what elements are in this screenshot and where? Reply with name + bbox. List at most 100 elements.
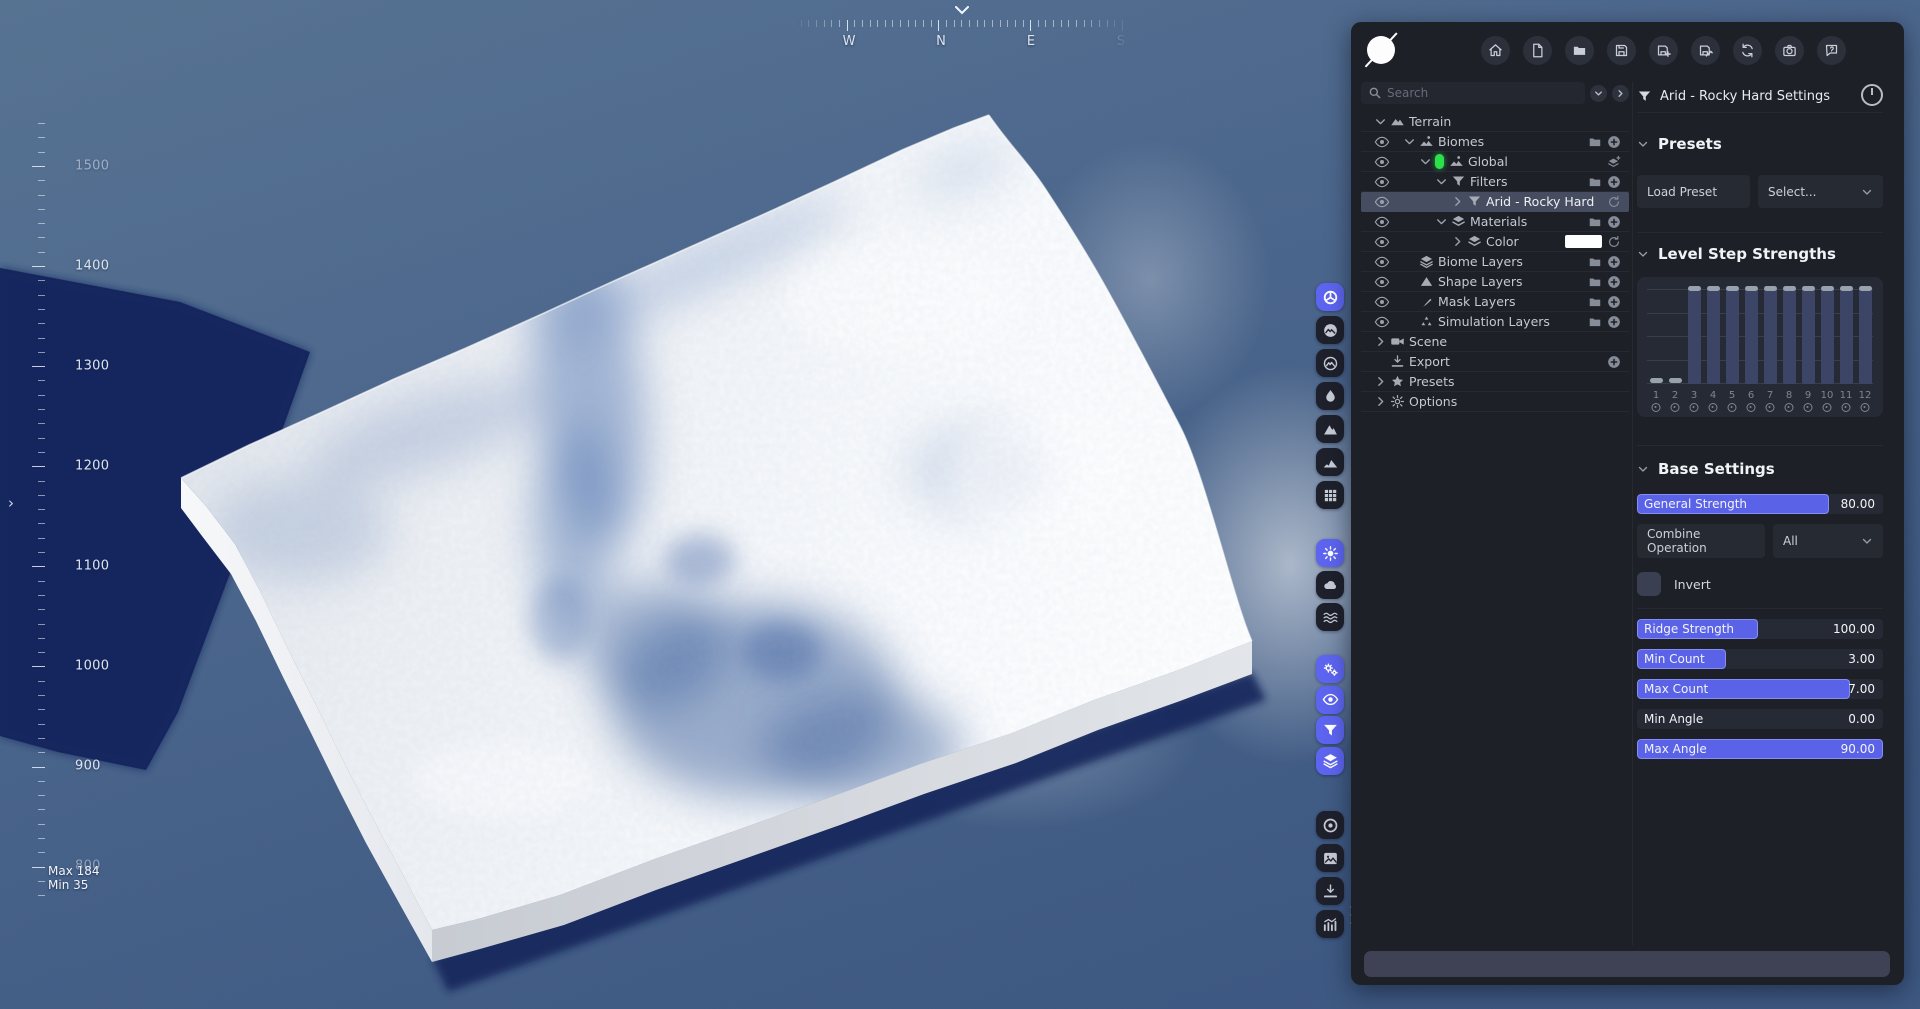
new-file-button[interactable] — [1523, 35, 1552, 65]
visibility-eye-icon[interactable] — [1374, 234, 1390, 250]
plus-icon[interactable] — [1607, 275, 1621, 289]
tree-row-biome-layers[interactable]: Biome Layers — [1361, 252, 1629, 272]
save-new-button[interactable] — [1649, 35, 1678, 65]
home-button[interactable] — [1481, 35, 1510, 65]
tree-row-options[interactable]: Options — [1361, 392, 1629, 412]
tree-row-filters[interactable]: Filters — [1361, 172, 1629, 192]
save-edit-button[interactable] — [1691, 35, 1720, 65]
level-step-bar-6[interactable] — [1744, 289, 1758, 384]
folder-icon[interactable] — [1588, 275, 1602, 289]
level-step-handle-12[interactable] — [1858, 286, 1872, 291]
level-step-solo-toggle-9[interactable] — [1803, 403, 1813, 412]
level-step-handle-11[interactable] — [1839, 286, 1853, 291]
level-step-handle-8[interactable] — [1782, 286, 1796, 291]
plus-icon[interactable] — [1607, 315, 1621, 329]
tree-row-shape-layers[interactable]: Shape Layers — [1361, 272, 1629, 292]
tree-row-mask-layers[interactable]: Mask Layers — [1361, 292, 1629, 312]
help-button[interactable] — [1817, 35, 1846, 65]
visibility-eye-icon[interactable] — [1374, 154, 1390, 170]
tree-row-presets[interactable]: Presets — [1361, 372, 1629, 392]
chevron-down-icon[interactable] — [1435, 175, 1448, 188]
chevron-right-icon[interactable] — [1374, 395, 1387, 408]
side-tool-statistics-button[interactable] — [1316, 910, 1344, 938]
camera-button[interactable] — [1775, 35, 1804, 65]
collapse-all-button[interactable] — [1590, 84, 1607, 102]
chevron-right-icon[interactable] — [1451, 235, 1464, 248]
stack-plus-icon[interactable] — [1607, 155, 1621, 169]
folder-icon[interactable] — [1588, 295, 1602, 309]
plus-icon[interactable] — [1607, 175, 1621, 189]
plus-icon[interactable] — [1607, 355, 1621, 369]
chevron-right-icon[interactable] — [1374, 335, 1387, 348]
level-step-solo-toggle-10[interactable] — [1822, 403, 1832, 412]
tree-row-color[interactable]: Color — [1361, 232, 1629, 252]
side-tool-record-target-button[interactable] — [1316, 811, 1344, 839]
refresh-icon[interactable] — [1607, 235, 1621, 249]
tree-row-materials[interactable]: Materials — [1361, 212, 1629, 232]
level-step-handle-7[interactable] — [1763, 286, 1777, 291]
general-strength-slider[interactable]: General Strength 80.00 — [1637, 494, 1883, 514]
tree-row-scene[interactable]: Scene — [1361, 332, 1629, 352]
save-button[interactable] — [1607, 35, 1636, 65]
load-preset-select[interactable]: Select... — [1758, 175, 1883, 208]
level-step-bar-12[interactable] — [1858, 289, 1872, 384]
level-step-strengths-chart[interactable]: 1 2 3 4 5 6 7 8 9 10 11 12 — [1637, 277, 1883, 417]
level-step-bar-5[interactable] — [1725, 289, 1739, 384]
plus-icon[interactable] — [1607, 295, 1621, 309]
visibility-eye-icon[interactable] — [1374, 174, 1390, 190]
plus-icon[interactable] — [1607, 135, 1621, 149]
chevron-down-icon[interactable] — [1374, 115, 1387, 128]
plus-icon[interactable] — [1607, 255, 1621, 269]
side-tool-navigation-sphere-button[interactable] — [1316, 283, 1344, 311]
min-angle-slider[interactable]: Min Angle 0.00 — [1637, 709, 1883, 729]
chevron-down-icon[interactable] — [1435, 215, 1448, 228]
level-step-solo-toggle-7[interactable] — [1765, 403, 1775, 412]
level-step-bar-7[interactable] — [1763, 289, 1777, 384]
level-step-bar-3[interactable] — [1687, 289, 1701, 384]
color-swatch[interactable] — [1565, 235, 1602, 248]
level-step-bar-9[interactable] — [1801, 289, 1815, 384]
side-tool-planet-wire-button[interactable] — [1316, 349, 1344, 377]
side-tool-water-drop-button[interactable] — [1316, 382, 1344, 410]
max-angle-slider[interactable]: Max Angle 90.00 — [1637, 739, 1883, 759]
folder-icon[interactable] — [1588, 255, 1602, 269]
level-step-bar-8[interactable] — [1782, 289, 1796, 384]
level-step-bar-11[interactable] — [1839, 289, 1853, 384]
compass[interactable]: WNES — [790, 4, 1130, 49]
level-step-handle-3[interactable] — [1687, 286, 1701, 291]
visibility-eye-icon[interactable] — [1374, 274, 1390, 290]
chevron-down-icon[interactable] — [1403, 135, 1416, 148]
section-base-settings[interactable]: Base Settings — [1637, 460, 1883, 478]
tree-row-export[interactable]: Export — [1361, 352, 1629, 372]
open-folder-button[interactable] — [1565, 35, 1594, 65]
side-tool-download-button[interactable] — [1316, 877, 1344, 905]
side-tool-water-waves-button[interactable] — [1316, 603, 1344, 631]
side-tool-mountain-button[interactable] — [1316, 415, 1344, 443]
min-count-slider[interactable]: Min Count 3.00 — [1637, 649, 1883, 669]
visibility-eye-icon[interactable] — [1374, 294, 1390, 310]
visibility-eye-icon[interactable] — [1374, 194, 1390, 210]
chevron-right-icon[interactable] — [1374, 375, 1387, 388]
level-step-handle-2[interactable] — [1668, 378, 1682, 383]
folder-icon[interactable] — [1588, 135, 1602, 149]
next-result-button[interactable] — [1612, 84, 1629, 102]
level-step-solo-toggle-5[interactable] — [1727, 403, 1737, 412]
level-step-handle-9[interactable] — [1801, 286, 1815, 291]
sync-button[interactable] — [1733, 35, 1762, 65]
side-tool-filter-funnel-button[interactable] — [1316, 716, 1344, 744]
folder-icon[interactable] — [1588, 175, 1602, 189]
level-step-handle-1[interactable] — [1649, 378, 1663, 383]
level-step-solo-toggle-2[interactable] — [1670, 403, 1680, 412]
side-tool-clouds-button[interactable] — [1316, 571, 1344, 599]
side-tool-rock-formation-button[interactable] — [1316, 448, 1344, 476]
max-count-slider[interactable]: Max Count 7.00 — [1637, 679, 1883, 699]
folder-icon[interactable] — [1588, 315, 1602, 329]
side-tool-layers-button[interactable] — [1316, 746, 1344, 775]
left-panel-expander[interactable]: › — [8, 494, 14, 512]
level-step-bar-10[interactable] — [1820, 289, 1834, 384]
folder-icon[interactable] — [1588, 215, 1602, 229]
side-tool-grid-button[interactable] — [1316, 481, 1344, 509]
visibility-eye-icon[interactable] — [1374, 314, 1390, 330]
level-step-solo-toggle-8[interactable] — [1784, 403, 1794, 412]
refresh-icon[interactable] — [1607, 195, 1621, 209]
